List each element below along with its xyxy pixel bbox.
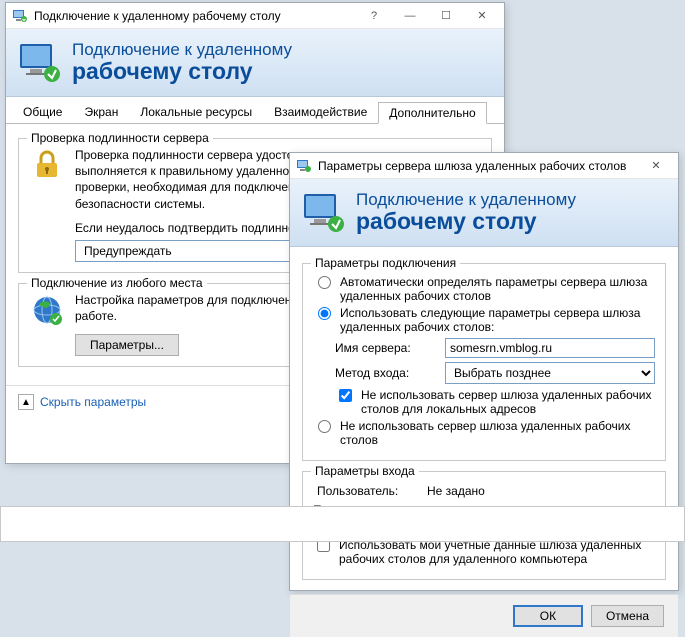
radio-use-settings[interactable]: Использовать следующие параметры сервера… (313, 306, 655, 334)
tab-local-resources[interactable]: Локальные ресурсы (129, 101, 263, 123)
banner-line1: Подключение к удаленному (72, 40, 292, 60)
ok-button[interactable]: ОК (513, 605, 583, 627)
check-bypass-local-input[interactable] (339, 389, 352, 402)
cancel-button[interactable]: Отмена (591, 605, 664, 627)
banner-gateway: Подключение к удаленному рабочему столу (290, 179, 678, 247)
lock-icon (29, 147, 65, 183)
group-connect-anywhere-title: Подключение из любого места (27, 276, 207, 290)
radio-auto-label: Автоматически определять параметры серве… (340, 275, 655, 303)
globe-icon (29, 292, 65, 328)
login-method-select[interactable]: Выбрать позднее (445, 362, 655, 384)
radio-no-gateway[interactable]: Не использовать сервер шлюза удаленных р… (313, 419, 655, 447)
group-connection-params-title: Параметры подключения (311, 256, 460, 270)
banner-main: Подключение к удаленному рабочему столу (6, 29, 504, 97)
gateway-banner-line2: рабочему столу (356, 208, 576, 235)
check-bypass-local[interactable]: Не использовать сервер шлюза удаленных р… (335, 388, 655, 416)
close-button[interactable]: ✕ (464, 5, 500, 27)
group-login-params-title: Параметры входа (311, 464, 419, 478)
radio-no-gateway-input[interactable] (318, 420, 331, 433)
help-button[interactable]: ? (356, 5, 392, 27)
rdp-large-icon (18, 41, 62, 85)
gateway-banner-line1: Подключение к удаленному (356, 190, 576, 210)
radio-use-settings-input[interactable] (318, 307, 331, 320)
titlebar-gateway: Параметры сервера шлюза удаленных рабочи… (290, 153, 678, 179)
server-name-label: Имя сервера: (335, 341, 435, 355)
login-method-label: Метод входа: (335, 366, 435, 380)
titlebar-main: Подключение к удаленному рабочему столу … (6, 3, 504, 29)
rdp-app-icon (296, 159, 312, 173)
collapse-icon[interactable]: ▲ (18, 394, 34, 410)
gateway-panel: Параметры подключения Автоматически опре… (290, 247, 678, 594)
tab-experience[interactable]: Взаимодействие (263, 101, 378, 123)
rdp-large-icon (302, 191, 346, 235)
banner-line2: рабочему столу (72, 58, 292, 85)
gateway-close-button[interactable]: ✕ (638, 155, 674, 177)
server-name-input[interactable] (445, 338, 655, 358)
auth-action-select[interactable]: Предупреждать (75, 240, 315, 262)
group-connection-params: Параметры подключения Автоматически опре… (302, 263, 666, 461)
check-bypass-local-label: Не использовать сервер шлюза удаленных р… (361, 388, 655, 416)
hide-options-link[interactable]: Скрыть параметры (40, 395, 146, 409)
check-share-creds[interactable]: Использовать мои учетные данные шлюза уд… (313, 538, 655, 566)
gateway-window-title: Параметры сервера шлюза удаленных рабочи… (318, 159, 626, 173)
check-share-creds-label: Использовать мои учетные данные шлюза уд… (339, 538, 655, 566)
background-panel (0, 506, 685, 542)
tab-advanced[interactable]: Дополнительно (378, 102, 486, 124)
minimize-button[interactable]: — (392, 5, 428, 27)
radio-no-gateway-label: Не использовать сервер шлюза удаленных р… (340, 419, 655, 447)
tab-strip: Общие Экран Локальные ресурсы Взаимодейс… (6, 97, 504, 124)
radio-use-label: Использовать следующие параметры сервера… (340, 306, 655, 334)
radio-auto-detect[interactable]: Автоматически определять параметры серве… (313, 275, 655, 303)
maximize-button[interactable]: ☐ (428, 5, 464, 27)
radio-auto-detect-input[interactable] (318, 276, 331, 289)
tab-general[interactable]: Общие (12, 101, 73, 123)
user-value: Не задано (427, 484, 485, 498)
user-label: Пользователь: (317, 484, 417, 498)
dialog-button-row: ОК Отмена (290, 594, 678, 637)
gateway-settings-button[interactable]: Параметры... (75, 334, 179, 356)
rdp-app-icon (12, 9, 28, 23)
window-title: Подключение к удаленному рабочему столу (34, 9, 281, 23)
tab-display[interactable]: Экран (73, 101, 129, 123)
group-server-auth-title: Проверка подлинности сервера (27, 131, 213, 145)
